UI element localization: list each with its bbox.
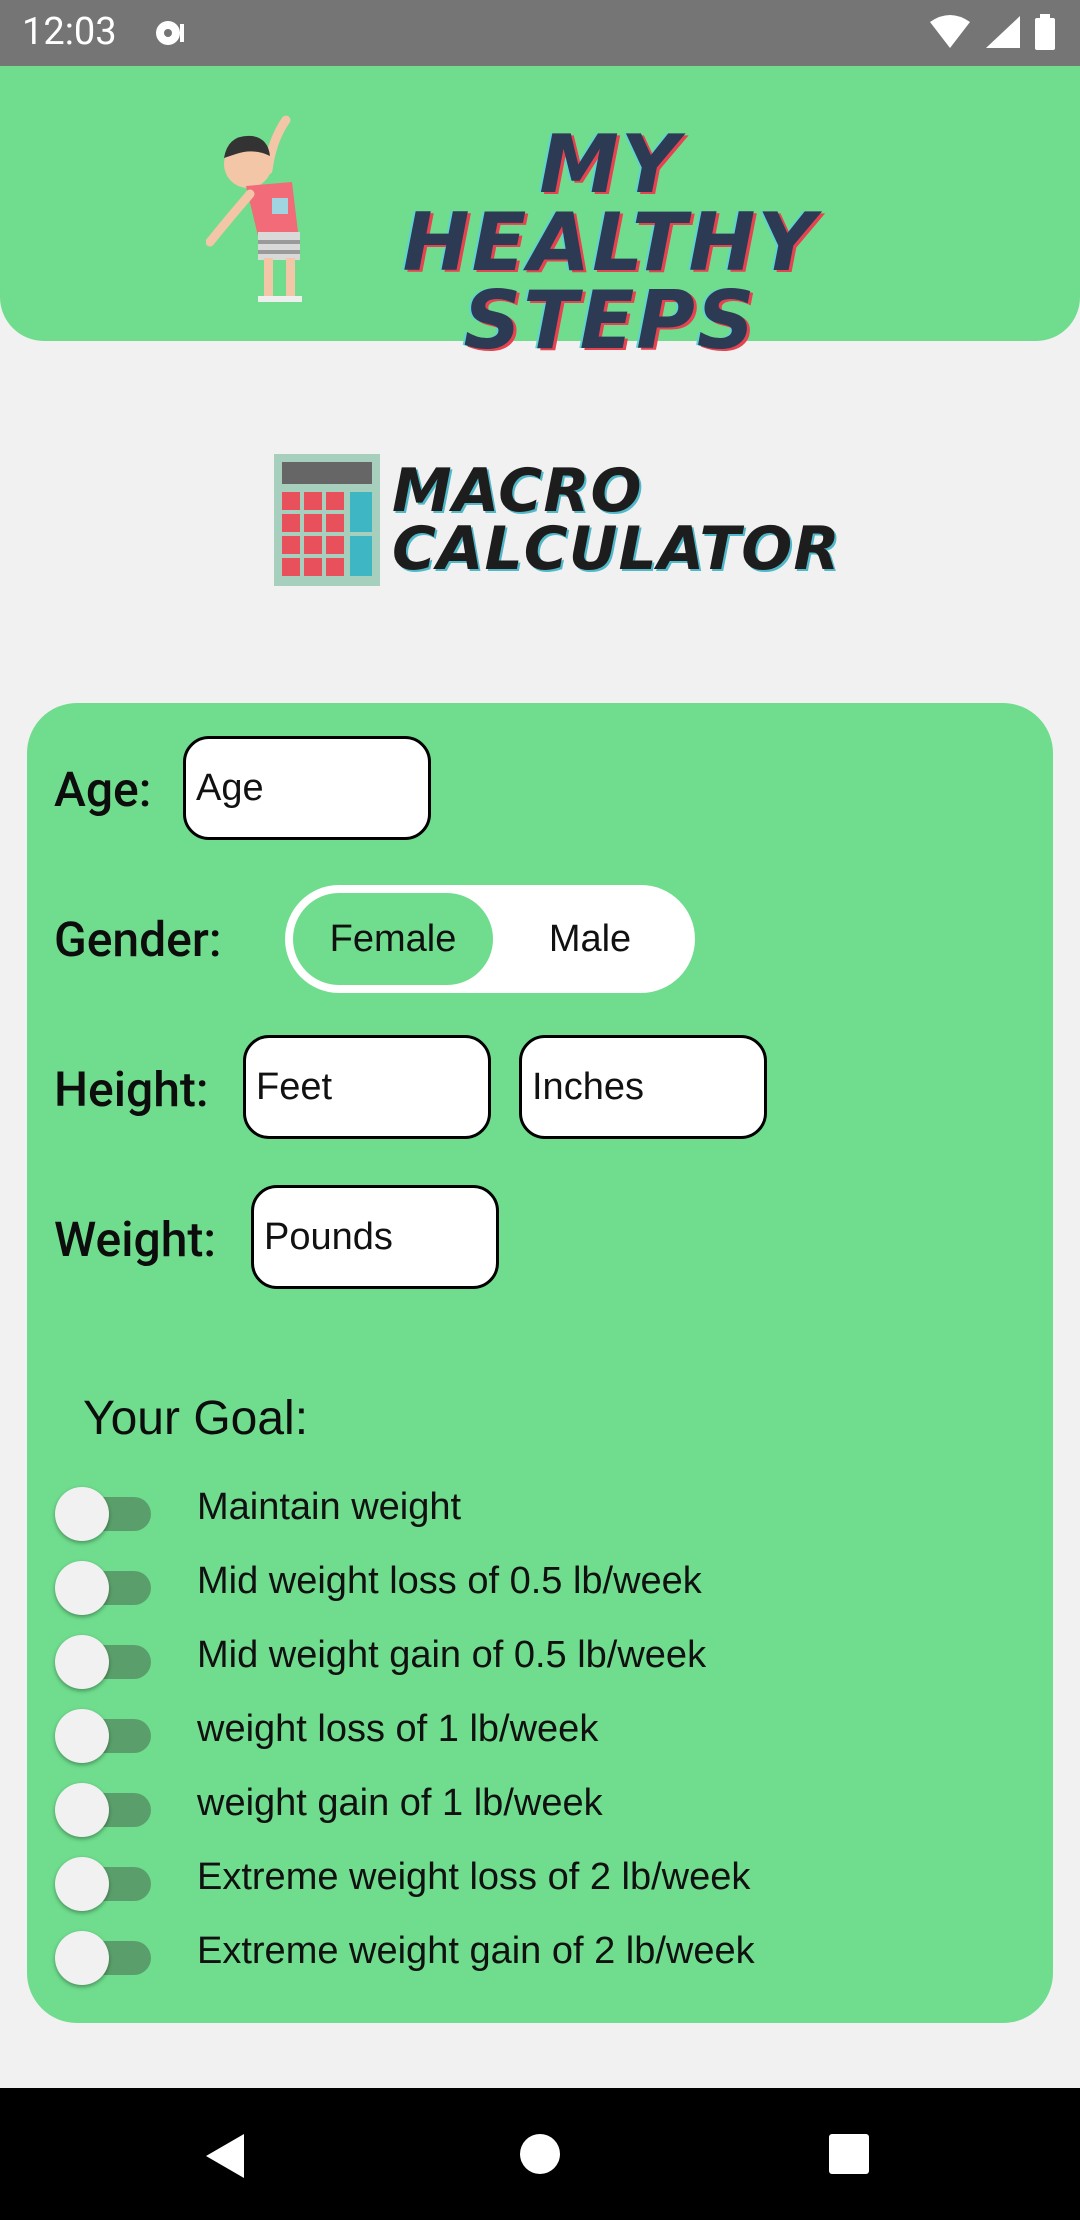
notification-icon (156, 21, 184, 45)
switch-thumb (55, 1783, 109, 1837)
back-icon[interactable] (204, 2132, 248, 2180)
status-time: 12:03 (22, 10, 117, 54)
switch-thumb (55, 1561, 109, 1615)
goal-switch[interactable] (55, 1709, 151, 1763)
weight-label: Weight: (54, 1211, 216, 1268)
goal-switch[interactable] (55, 1783, 151, 1837)
goal-option-label: weight loss of 1 lb/week (197, 1708, 599, 1750)
cell-signal-icon (986, 16, 1020, 48)
goal-option-label: Extreme weight loss of 2 lb/week (197, 1856, 751, 1898)
height-feet-input[interactable]: Feet (243, 1035, 491, 1139)
status-icons (928, 14, 1056, 50)
brand-line-2: STEPS (463, 274, 757, 367)
goal-option[interactable]: Mid weight gain of 0.5 lb/week (27, 1628, 1027, 1698)
goal-option-label: Maintain weight (197, 1486, 462, 1528)
goal-option[interactable]: weight gain of 1 lb/week (27, 1776, 1027, 1846)
goal-switch[interactable] (55, 1561, 151, 1615)
brand-title: MY HEALTHY STEPS (345, 118, 875, 367)
macro-title-line-1: MACRO (392, 456, 643, 526)
switch-thumb (55, 1487, 109, 1541)
exercising-kid-logo (206, 115, 302, 302)
goal-option-label: Mid weight gain of 0.5 lb/week (197, 1634, 707, 1676)
battery-icon (1035, 14, 1055, 50)
home-icon[interactable] (519, 2133, 561, 2175)
goal-switch[interactable] (55, 1857, 151, 1911)
app-header: MY HEALTHY STEPS (0, 66, 1080, 361)
gender-option-female[interactable]: Female (293, 893, 493, 985)
age-input[interactable]: Age (183, 736, 431, 840)
gender-option-male[interactable]: Male (493, 893, 687, 985)
goal-option[interactable]: Maintain weight (27, 1480, 1027, 1550)
system-nav-bar (0, 2088, 1080, 2220)
switch-thumb (55, 1857, 109, 1911)
switch-thumb (55, 1635, 109, 1689)
switch-thumb (55, 1931, 109, 1985)
goal-option-label: Mid weight loss of 0.5 lb/week (197, 1560, 702, 1602)
age-label: Age: (54, 761, 152, 818)
gender-label: Gender: (54, 911, 222, 968)
status-bar: 12:03 (0, 0, 1080, 66)
goal-switch[interactable] (55, 1635, 151, 1689)
weight-input[interactable]: Pounds (251, 1185, 499, 1289)
gender-toggle-group: Female Male (285, 885, 695, 993)
goal-option-label: weight gain of 1 lb/week (197, 1782, 603, 1824)
switch-thumb (55, 1709, 109, 1763)
macro-title-line-2: CALCULATOR (392, 514, 841, 584)
goal-option-label: Extreme weight gain of 2 lb/week (197, 1930, 755, 1972)
goal-option[interactable]: Extreme weight gain of 2 lb/week (27, 1924, 1027, 1994)
calculator-icon (274, 454, 380, 586)
macro-form-card: Age: Age Gender: Female Male Height: Fee… (27, 703, 1053, 2023)
height-label: Height: (54, 1061, 209, 1118)
goal-switch[interactable] (55, 1487, 151, 1541)
goal-option[interactable]: Extreme weight loss of 2 lb/week (27, 1850, 1027, 1920)
wifi-icon (930, 15, 970, 48)
height-inches-input[interactable]: Inches (519, 1035, 767, 1139)
goal-option[interactable]: weight loss of 1 lb/week (27, 1702, 1027, 1772)
recents-icon[interactable] (829, 2134, 869, 2174)
brand-line-1: MY HEALTHY (402, 118, 818, 289)
goal-switch[interactable] (55, 1931, 151, 1985)
goal-option[interactable]: Mid weight loss of 0.5 lb/week (27, 1554, 1027, 1624)
macro-calculator-title: MACRO CALCULATOR (392, 456, 841, 584)
goal-title: Your Goal: (83, 1392, 309, 1445)
